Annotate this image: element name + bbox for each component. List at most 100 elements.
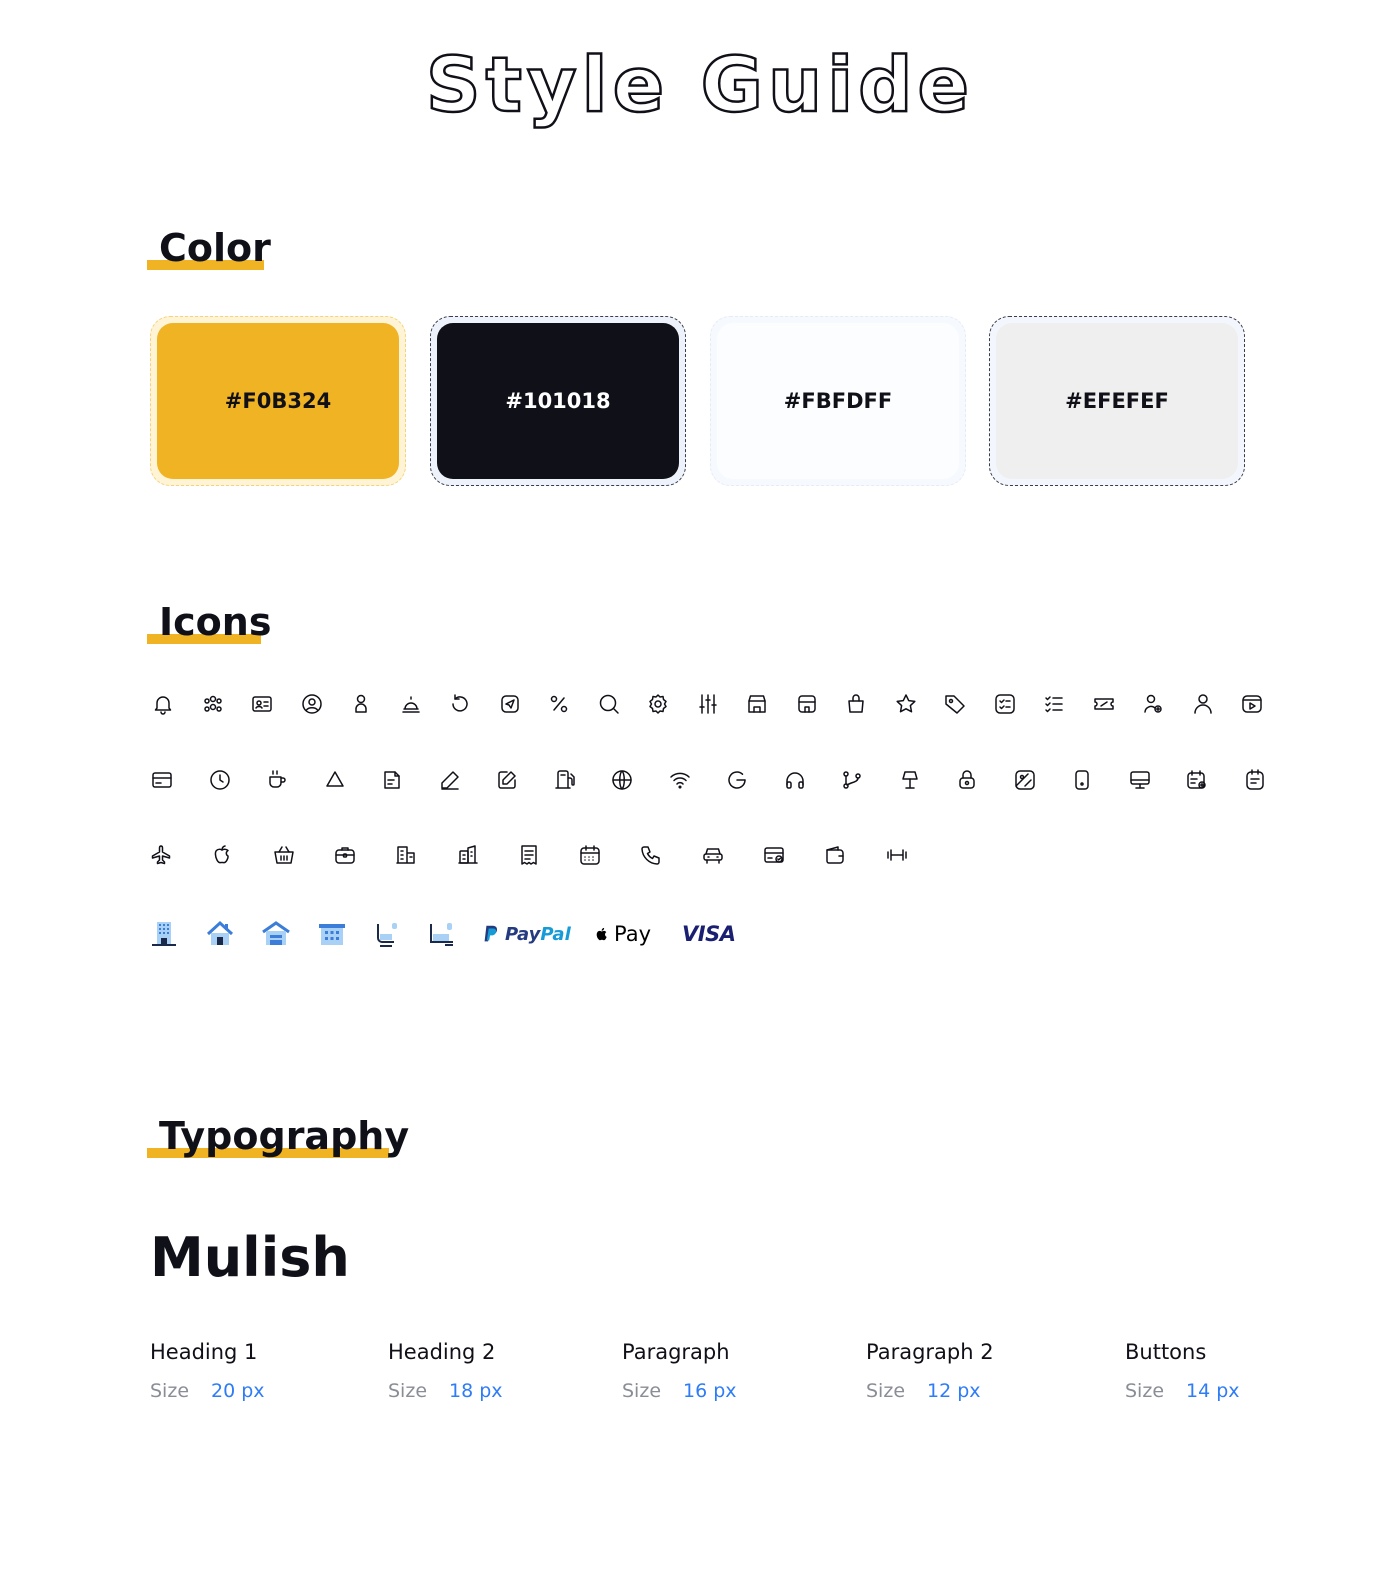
size-label: Size bbox=[622, 1380, 662, 1402]
color-swatch: #101018 bbox=[430, 316, 686, 486]
receipt-icon bbox=[516, 842, 542, 868]
user-icon bbox=[348, 691, 374, 717]
buildings-icon bbox=[455, 842, 481, 868]
color-swatch-fill: #101018 bbox=[437, 323, 679, 479]
basket-icon bbox=[271, 842, 297, 868]
size-value: 18 px bbox=[449, 1380, 503, 1402]
type-style-heading1: Heading 1 Size 20 px bbox=[150, 1340, 265, 1402]
color-swatch: #FBFDFF bbox=[710, 316, 966, 486]
id-card-icon bbox=[249, 691, 275, 717]
size-value: 16 px bbox=[683, 1380, 737, 1402]
apple-pay-logo: Pay bbox=[594, 914, 651, 954]
size-label: Size bbox=[866, 1380, 906, 1402]
type-style-paragraph2: Paragraph 2 Size 12 px bbox=[866, 1340, 994, 1402]
document-icon bbox=[379, 767, 405, 793]
section-title-icons: Icons bbox=[159, 600, 272, 644]
font-family-name: Mulish bbox=[150, 1226, 350, 1289]
type-style-name: Buttons bbox=[1125, 1340, 1207, 1364]
ticket-icon bbox=[1091, 691, 1117, 717]
type-style-buttons: Buttons Size 14 px bbox=[1125, 1340, 1240, 1402]
color-hex-label: #EFEFEF bbox=[1065, 389, 1169, 413]
fuel-icon bbox=[552, 767, 578, 793]
user-outline-icon bbox=[1190, 691, 1216, 717]
video-icon bbox=[1239, 691, 1265, 717]
visa-logo: VISA bbox=[682, 914, 736, 954]
coffee-icon bbox=[264, 767, 290, 793]
user-add-icon bbox=[1140, 691, 1166, 717]
briefcase-icon bbox=[332, 842, 358, 868]
search-icon bbox=[596, 691, 622, 717]
calendar-icon bbox=[577, 842, 603, 868]
airplane-icon bbox=[148, 842, 174, 868]
color-hex-label: #F0B324 bbox=[224, 389, 332, 413]
refresh-icon bbox=[447, 691, 473, 717]
lock-icon bbox=[954, 767, 980, 793]
home-alt-icon bbox=[260, 914, 292, 954]
phone-icon bbox=[638, 842, 664, 868]
section-title-color: Color bbox=[159, 226, 271, 270]
visa-text: VISA bbox=[682, 922, 736, 946]
globe-icon bbox=[609, 767, 635, 793]
bed-seat-icon bbox=[425, 914, 457, 954]
triangle-icon bbox=[322, 767, 348, 793]
card-check-icon bbox=[761, 842, 787, 868]
star-icon bbox=[893, 691, 919, 717]
color-hex-label: #101018 bbox=[505, 389, 611, 413]
hotel-building-icon bbox=[148, 914, 180, 954]
phone-device-icon bbox=[1069, 767, 1095, 793]
pen-icon bbox=[437, 767, 463, 793]
paypal-icon bbox=[484, 925, 498, 942]
apple-logo-icon bbox=[596, 927, 607, 941]
monitor-icon bbox=[1127, 767, 1153, 793]
apple-pay-text: Pay bbox=[614, 922, 652, 946]
page-title: Style Guide bbox=[425, 39, 975, 131]
size-label: Size bbox=[1125, 1380, 1165, 1402]
paypal-pal-text: Pal bbox=[540, 923, 571, 945]
bell-alt-icon bbox=[398, 691, 424, 717]
section-title-typography: Typography bbox=[159, 1114, 410, 1158]
type-style-name: Heading 1 bbox=[150, 1340, 258, 1364]
paypal-pay-text: Pay bbox=[505, 923, 541, 945]
paypal-logo: Pay Pal bbox=[480, 914, 571, 954]
git-branch-icon bbox=[839, 767, 865, 793]
type-style-name: Paragraph bbox=[622, 1340, 730, 1364]
wifi-icon bbox=[667, 767, 693, 793]
section-heading-icons: Icons bbox=[147, 600, 271, 648]
car-icon bbox=[700, 842, 726, 868]
office-building-icon bbox=[316, 914, 348, 954]
calendar-add-icon bbox=[1184, 767, 1210, 793]
apple-icon bbox=[209, 842, 235, 868]
gear-icon bbox=[645, 691, 671, 717]
checklist-icon bbox=[992, 691, 1018, 717]
percent-icon bbox=[546, 691, 572, 717]
google-icon bbox=[724, 767, 750, 793]
edit-icon bbox=[494, 767, 520, 793]
color-swatch-fill: #EFEFEF bbox=[996, 323, 1238, 479]
type-style-name: Heading 2 bbox=[388, 1340, 496, 1364]
headphones-icon bbox=[782, 767, 808, 793]
users-group-icon bbox=[200, 691, 226, 717]
wallet-icon bbox=[822, 842, 848, 868]
store-icon bbox=[794, 691, 820, 717]
size-value: 20 px bbox=[211, 1380, 265, 1402]
sliders-icon bbox=[695, 691, 721, 717]
type-style-heading2: Heading 2 Size 18 px bbox=[388, 1340, 503, 1402]
shop-icon bbox=[744, 691, 770, 717]
note-icon bbox=[1242, 767, 1268, 793]
credit-card-icon bbox=[149, 767, 175, 793]
list-icon bbox=[1041, 691, 1067, 717]
size-label: Size bbox=[150, 1380, 190, 1402]
bell-icon bbox=[150, 691, 176, 717]
house-icon bbox=[204, 914, 236, 954]
size-label: Size bbox=[388, 1380, 428, 1402]
lamp-icon bbox=[897, 767, 923, 793]
type-style-name: Paragraph 2 bbox=[866, 1340, 994, 1364]
section-heading-typography: Typography bbox=[147, 1114, 409, 1162]
send-icon bbox=[497, 691, 523, 717]
color-swatch-fill: #FBFDFF bbox=[717, 323, 959, 479]
image-icon bbox=[1012, 767, 1038, 793]
size-value: 14 px bbox=[1186, 1380, 1240, 1402]
type-style-paragraph: Paragraph Size 16 px bbox=[622, 1340, 737, 1402]
building-icon bbox=[393, 842, 419, 868]
tag-icon bbox=[942, 691, 968, 717]
